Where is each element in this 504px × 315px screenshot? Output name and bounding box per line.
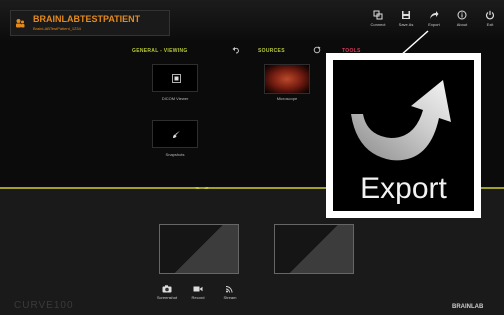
record-button[interactable]: Record: [186, 285, 210, 300]
export-icon: [351, 80, 451, 161]
patient-id: BrainLABTestPatient_1234: [33, 26, 81, 31]
top-bar: BRAINLABTESTPATIENT BrainLABTestPatient_…: [0, 0, 504, 40]
stream-label: Stream: [223, 295, 237, 300]
screenshot-button[interactable]: Screenshot: [155, 285, 179, 300]
patient-name: BRAINLABTESTPATIENT: [33, 14, 141, 24]
camera-icon: [162, 285, 172, 293]
undo-icon[interactable]: [232, 46, 240, 54]
brush-icon: [173, 130, 180, 138]
app-tile-dicom-viewer[interactable]: [152, 64, 198, 92]
connect-label: Connect: [370, 22, 386, 27]
about-label: About: [456, 22, 468, 27]
connect-button[interactable]: Connect: [364, 10, 392, 36]
app-label-dicom-viewer: DICOM Viewer: [161, 96, 189, 101]
refresh-icon[interactable]: [313, 46, 321, 54]
section-general-viewing: GENERAL - VIEWING: [132, 48, 188, 54]
save-as-label: Save As: [398, 22, 414, 27]
patient-icon: [16, 19, 25, 28]
connect-icon: [373, 10, 383, 20]
export-callout: Export: [326, 53, 481, 218]
display-monitor-2[interactable]: [274, 224, 354, 274]
monitor-screen: [160, 225, 238, 273]
company-logo: BRAINLAB: [452, 304, 484, 310]
about-button[interactable]: About: [448, 10, 476, 36]
export-label: Export: [428, 22, 440, 27]
stream-button[interactable]: Stream: [218, 285, 242, 300]
dicom-viewer-icon: [172, 74, 181, 83]
monitor-screen: [275, 225, 353, 273]
display-monitor-1[interactable]: [159, 224, 239, 274]
patient-selector[interactable]: BRAINLABTESTPATIENT BrainLABTestPatient_…: [10, 10, 170, 36]
save-as-icon: [402, 11, 410, 19]
microscope-image[interactable]: [264, 64, 310, 94]
power-icon: [485, 10, 495, 20]
save-as-button[interactable]: Save As: [392, 10, 420, 36]
callout-panel: Export: [333, 60, 474, 211]
video-camera-icon: [193, 286, 203, 292]
export-icon: [430, 11, 439, 19]
product-logo: CURVE100: [14, 300, 74, 311]
exit-label: Exit: [486, 22, 494, 27]
stream-icon: [225, 286, 233, 293]
section-sources: SOURCES: [258, 48, 285, 54]
export-button[interactable]: Export: [420, 10, 448, 36]
exit-button[interactable]: Exit: [476, 10, 504, 36]
callout-export-label: Export: [360, 172, 447, 205]
app-label-snapshots: Snapshots: [165, 152, 185, 157]
app-tile-snapshots[interactable]: [152, 120, 198, 148]
info-icon: [457, 10, 467, 20]
record-label: Record: [191, 295, 205, 300]
screenshot-label: Screenshot: [156, 295, 178, 300]
app-label-microscope: Microscope: [276, 96, 298, 101]
